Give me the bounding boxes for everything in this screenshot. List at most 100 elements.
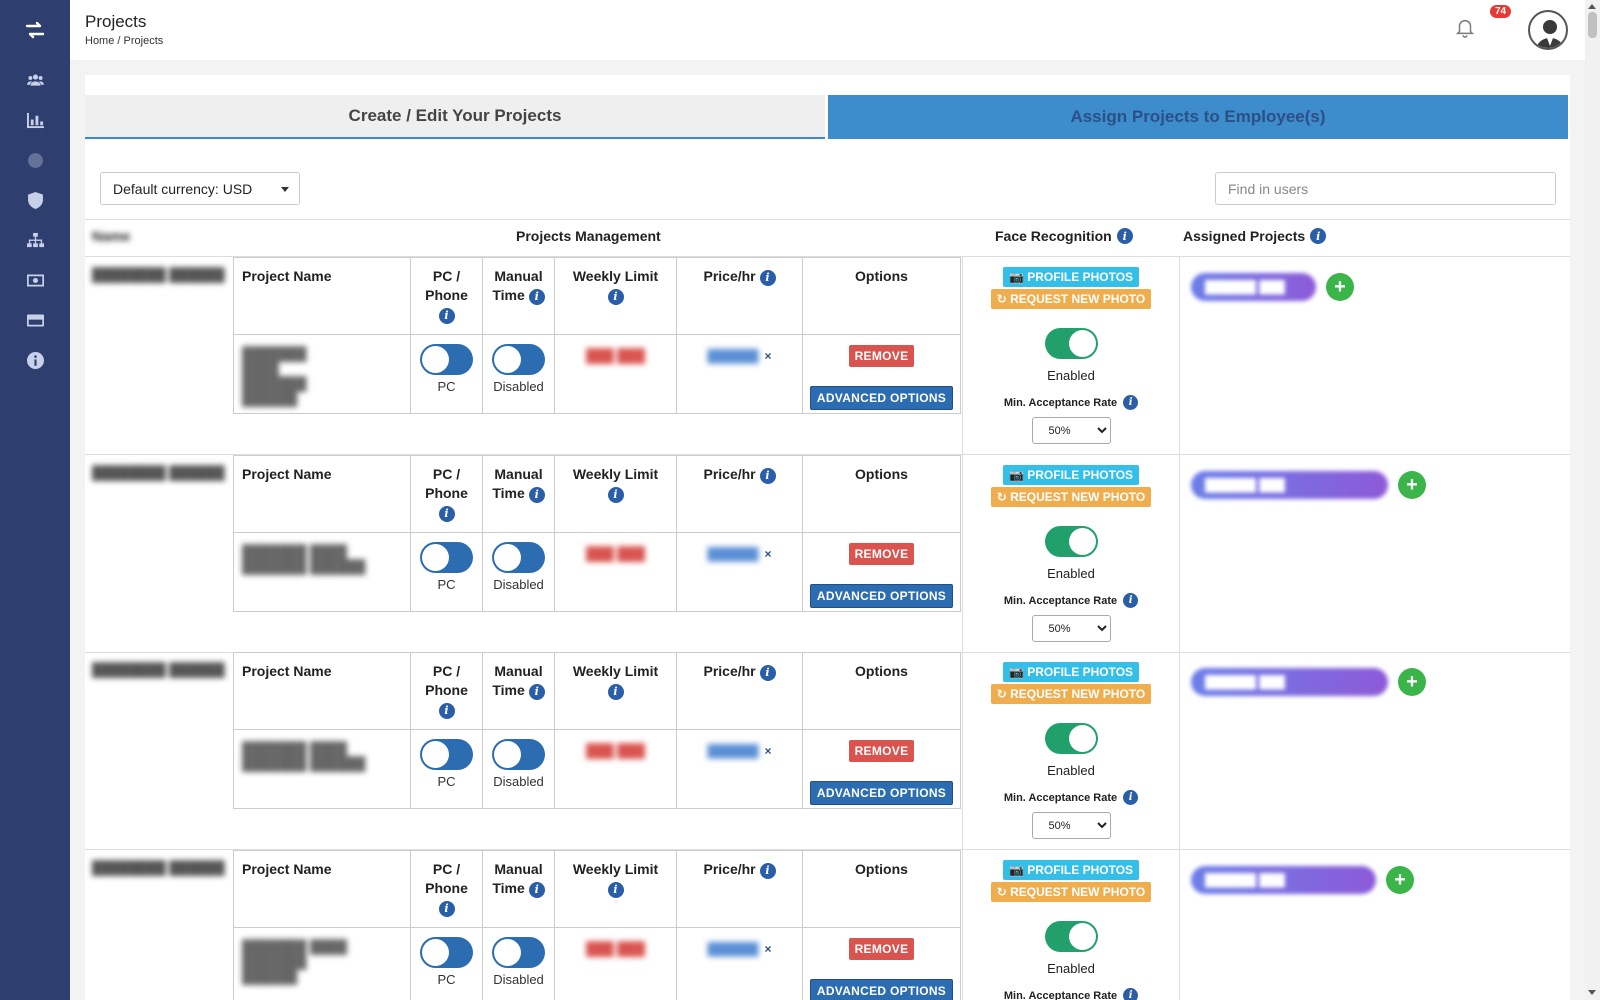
info-icon[interactable]: i — [759, 467, 776, 484]
info-icon[interactable]: i — [759, 862, 776, 879]
info-icon[interactable]: i — [607, 881, 624, 898]
remove-button[interactable]: REMOVE — [848, 740, 915, 762]
info-icon[interactable]: i — [607, 683, 624, 700]
weekly-limit-cell: ███ ███ — [555, 929, 676, 1000]
weekly-limit-value[interactable]: ███ ███ — [555, 534, 676, 561]
manual-time-toggle[interactable] — [492, 542, 545, 573]
profile-photos-button[interactable]: 📷 PROFILE PHOTOS — [1002, 267, 1140, 287]
manual-time-toggle[interactable] — [492, 344, 545, 375]
price-value[interactable]: ██████ — [707, 547, 758, 561]
request-new-photo-button[interactable]: ↻ REQUEST NEW PHOTO — [990, 684, 1152, 704]
weekly-limit-value[interactable]: ███ ███ — [555, 929, 676, 956]
info-icon[interactable]: i — [528, 486, 545, 503]
advanced-options-button[interactable]: ADVANCED OPTIONS — [809, 781, 954, 805]
pc-phone-toggle[interactable] — [420, 542, 473, 573]
add-project-button[interactable]: + — [1326, 273, 1354, 301]
manual-time-toggle[interactable] — [492, 739, 545, 770]
price-value[interactable]: ██████ — [707, 744, 758, 758]
close-icon[interactable]: × — [765, 942, 772, 956]
close-icon[interactable]: × — [765, 547, 772, 561]
info-icon[interactable]: i — [438, 900, 455, 917]
breadcrumb[interactable]: Home / Projects — [85, 35, 163, 47]
assigned-project-tag[interactable]: ██████ ███ — [1191, 668, 1388, 696]
pc-phone-toggle[interactable] — [420, 937, 473, 968]
manual-time-value: Disabled — [493, 379, 544, 394]
acceptance-rate-select[interactable]: 50% — [1031, 615, 1111, 642]
weekly-limit-value[interactable]: ███ ███ — [555, 731, 676, 758]
assigned-project-tag[interactable]: ██████ ███ — [1191, 273, 1316, 301]
price-header: Price/hr i — [677, 258, 802, 335]
currency-dropdown[interactable]: Default currency: USD — [100, 172, 300, 205]
credit-card-icon[interactable] — [0, 300, 70, 340]
info-icon[interactable]: i — [1116, 228, 1133, 244]
employee-name[interactable]: ████████ ██████ — [92, 465, 225, 480]
advanced-options-button[interactable]: ADVANCED OPTIONS — [809, 979, 954, 1000]
remove-button[interactable]: REMOVE — [848, 543, 915, 565]
bar-chart-icon[interactable] — [0, 100, 70, 140]
employee-name[interactable]: ████████ ██████ — [92, 662, 225, 677]
manual-time-toggle[interactable] — [492, 937, 545, 968]
info-icon[interactable]: i — [1123, 988, 1139, 1000]
assigned-project-tag[interactable]: ██████ ███ — [1191, 471, 1388, 499]
info-icon[interactable]: i — [1123, 395, 1139, 410]
add-project-button[interactable]: + — [1398, 668, 1426, 696]
tab-create-edit-projects[interactable]: Create / Edit Your Projects — [85, 95, 825, 139]
info-icon[interactable]: i — [759, 664, 776, 681]
scroll-down-icon[interactable] — [1588, 990, 1596, 995]
sitemap-icon[interactable] — [0, 220, 70, 260]
avatar[interactable] — [1528, 10, 1568, 50]
scroll-up-icon[interactable] — [1588, 4, 1596, 9]
profile-photos-button[interactable]: 📷 PROFILE PHOTOS — [1002, 465, 1140, 485]
add-project-button[interactable]: + — [1386, 866, 1414, 894]
info-icon[interactable]: i — [438, 702, 455, 719]
weekly-limit-value[interactable]: ███ ███ — [555, 336, 676, 363]
scroll-thumb[interactable] — [1588, 12, 1597, 38]
advanced-options-button[interactable]: ADVANCED OPTIONS — [809, 386, 954, 410]
info-icon[interactable]: i — [528, 881, 545, 898]
bell-icon[interactable] — [1454, 16, 1478, 40]
price-value[interactable]: ██████ — [707, 942, 758, 956]
info-icon[interactable]: i — [528, 683, 545, 700]
assigned-project-tag[interactable]: ██████ ███ — [1191, 866, 1376, 894]
face-recognition-toggle[interactable] — [1044, 921, 1098, 952]
request-new-photo-button[interactable]: ↻ REQUEST NEW PHOTO — [990, 487, 1152, 507]
request-new-photo-button[interactable]: ↻ REQUEST NEW PHOTO — [990, 882, 1152, 902]
advanced-options-button[interactable]: ADVANCED OPTIONS — [809, 584, 954, 608]
info-icon[interactable]: i — [1310, 228, 1327, 244]
info-icon[interactable]: i — [528, 288, 545, 305]
close-icon[interactable]: × — [765, 744, 772, 758]
face-recognition-toggle[interactable] — [1044, 723, 1098, 754]
face-recognition-toggle[interactable] — [1044, 328, 1098, 359]
info-icon[interactable]: i — [607, 288, 624, 305]
page-scrollbar[interactable] — [1585, 0, 1600, 1000]
employee-name[interactable]: ████████ ██████ — [92, 860, 225, 875]
remove-button[interactable]: REMOVE — [848, 345, 915, 367]
arrows-swap-icon[interactable] — [0, 0, 70, 60]
info-icon[interactable]: i — [438, 307, 455, 324]
info-icon[interactable]: i — [1123, 593, 1139, 608]
info-icon[interactable]: i — [607, 486, 624, 503]
profile-photos-button[interactable]: 📷 PROFILE PHOTOS — [1002, 662, 1140, 682]
acceptance-rate-select[interactable]: 50% — [1031, 417, 1111, 444]
find-users-input[interactable] — [1215, 172, 1556, 205]
face-recognition-toggle[interactable] — [1044, 526, 1098, 557]
pc-phone-toggle[interactable] — [420, 344, 473, 375]
profile-photos-button[interactable]: 📷 PROFILE PHOTOS — [1002, 860, 1140, 880]
money-icon[interactable] — [0, 260, 70, 300]
request-new-photo-button[interactable]: ↻ REQUEST NEW PHOTO — [990, 289, 1152, 309]
info-icon[interactable]: i — [759, 269, 776, 286]
employee-name[interactable]: ████████ ██████ — [92, 267, 225, 282]
shield-icon[interactable] — [0, 180, 70, 220]
tab-assign-projects[interactable]: Assign Projects to Employee(s) — [828, 95, 1568, 139]
acceptance-rate-select[interactable]: 50% — [1031, 812, 1111, 839]
info-icon[interactable]: i — [1123, 790, 1139, 805]
settings-icon[interactable] — [0, 140, 70, 180]
remove-button[interactable]: REMOVE — [848, 938, 915, 960]
add-project-button[interactable]: + — [1398, 471, 1426, 499]
info-icon[interactable]: i — [438, 505, 455, 522]
price-value[interactable]: ██████ — [707, 349, 758, 363]
close-icon[interactable]: × — [765, 349, 772, 363]
pc-phone-toggle[interactable] — [420, 739, 473, 770]
info-icon[interactable] — [0, 340, 70, 380]
users-icon[interactable] — [0, 60, 70, 100]
